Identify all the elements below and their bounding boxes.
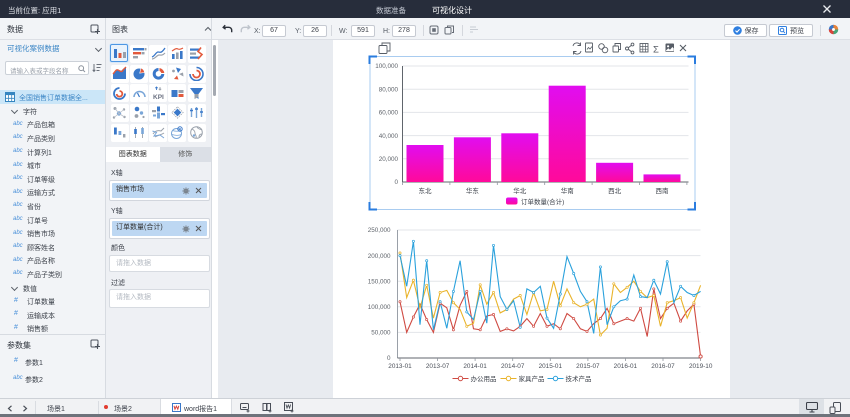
svg-text:华北: 华北 [513,186,527,195]
svg-text:2016-07: 2016-07 [651,363,675,370]
svg-text:2013-01: 2013-01 [388,363,412,370]
svg-text:Σ: Σ [653,45,659,56]
svg-text:0: 0 [386,355,390,362]
svg-text:40,000: 40,000 [378,133,398,140]
svg-text:技术产品: 技术产品 [565,374,591,383]
svg-text:2015-07: 2015-07 [576,363,600,370]
svg-text:80,000: 80,000 [378,86,398,93]
svg-text:西北: 西北 [608,187,622,195]
svg-text:东北: 东北 [418,186,432,195]
svg-text:200,000: 200,000 [367,253,390,260]
svg-text:2016-01: 2016-01 [613,363,637,370]
svg-text:西南: 西南 [655,186,669,195]
svg-text:150,000: 150,000 [367,278,390,285]
svg-text:50,000: 50,000 [371,330,391,337]
svg-text:250,000: 250,000 [367,227,390,234]
svg-text:100,000: 100,000 [375,63,398,70]
svg-text:家具产品: 家具产品 [518,374,544,383]
svg-text:60,000: 60,000 [378,110,398,117]
svg-text:20,000: 20,000 [378,156,398,163]
svg-text:2014-07: 2014-07 [500,363,524,370]
svg-text:KPI: KPI [153,94,164,101]
svg-text:0: 0 [394,179,398,186]
svg-text:100,000: 100,000 [367,304,390,311]
svg-text:2015-01: 2015-01 [538,363,562,370]
svg-text:订单数量(合计): 订单数量(合计) [521,197,564,206]
svg-text:华东: 华东 [465,186,479,195]
svg-text:2014-01: 2014-01 [463,363,487,370]
svg-text:华南: 华南 [560,186,574,195]
svg-text:办公用品: 办公用品 [470,374,496,383]
svg-text:2013-07: 2013-07 [425,363,449,370]
svg-text:2019-10: 2019-10 [688,363,712,370]
